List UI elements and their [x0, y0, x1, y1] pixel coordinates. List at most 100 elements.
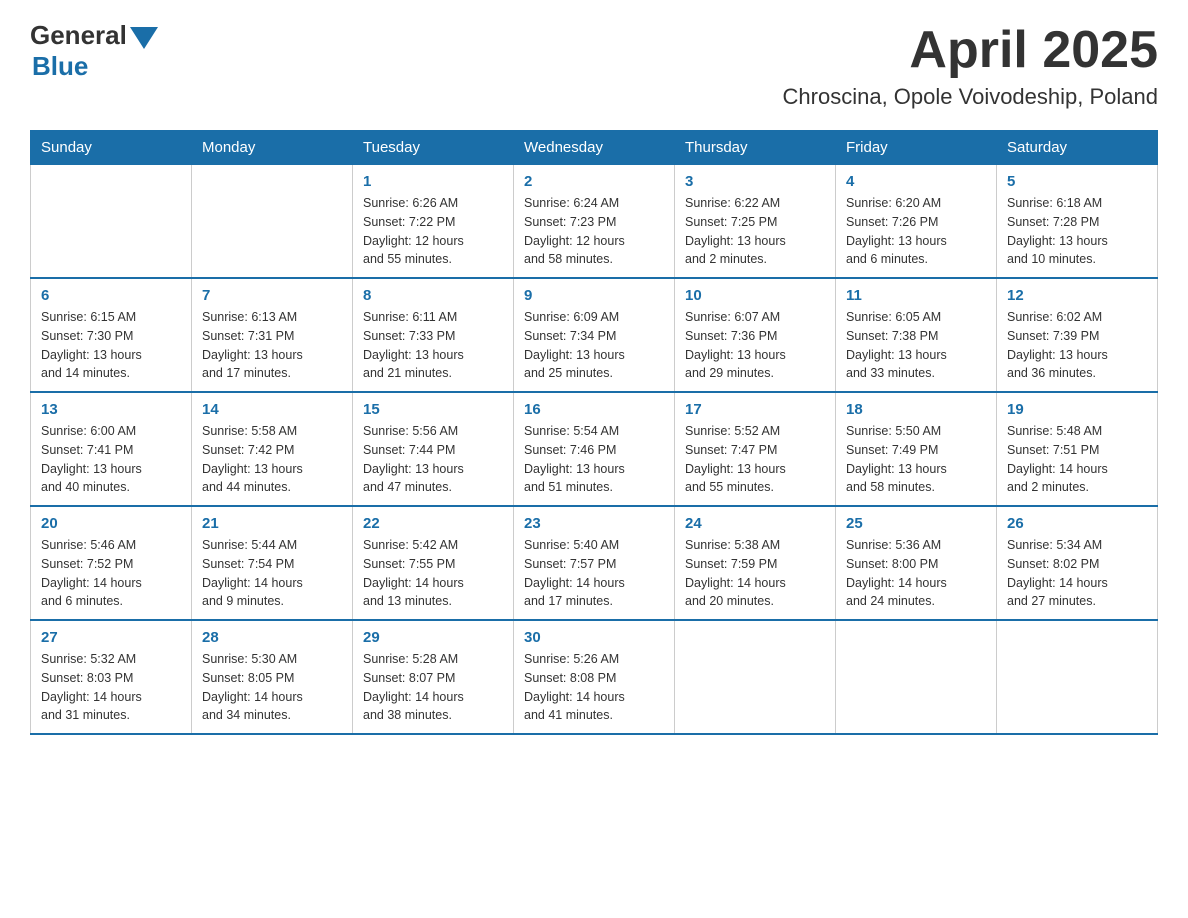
calendar-day-cell: 28Sunrise: 5:30 AMSunset: 8:05 PMDayligh…: [192, 620, 353, 734]
page-header: General Blue April 2025 Chroscina, Opole…: [30, 20, 1158, 110]
calendar-day-cell: 24Sunrise: 5:38 AMSunset: 7:59 PMDayligh…: [675, 506, 836, 620]
day-number: 9: [524, 287, 664, 304]
day-number: 19: [1007, 401, 1147, 418]
day-number: 8: [363, 287, 503, 304]
day-info: Sunrise: 6:05 AMSunset: 7:38 PMDaylight:…: [846, 308, 986, 383]
calendar-day-cell: 27Sunrise: 5:32 AMSunset: 8:03 PMDayligh…: [31, 620, 192, 734]
calendar-day-cell: 18 Sunrise: 5:50 AMSunset: 7:49 PMDayligh…: [836, 392, 997, 506]
calendar-day-cell: [997, 620, 1158, 734]
day-info: Sunrise: 5:56 AMSunset: 7:44 PMDaylight:…: [363, 422, 503, 497]
day-info: Sunrise: 6:09 AMSunset: 7:34 PMDaylight:…: [524, 308, 664, 383]
day-info: Sunrise: 5:54 AMSunset: 7:46 PMDaylight:…: [524, 422, 664, 497]
day-info: Sunrise: 5:36 AMSunset: 8:00 PMDaylight:…: [846, 536, 986, 611]
calendar-week-row: 6 Sunrise: 6:15 AMSunset: 7:30 PMDaylight…: [31, 278, 1158, 392]
logo-general-text: General: [30, 20, 127, 51]
calendar-day-cell: 9 Sunrise: 6:09 AMSunset: 7:34 PMDaylight…: [514, 278, 675, 392]
day-number: 16: [524, 401, 664, 418]
calendar-day-cell: 11 Sunrise: 6:05 AMSunset: 7:38 PMDayligh…: [836, 278, 997, 392]
location-title: Chroscina, Opole Voivodeship, Poland: [783, 84, 1158, 110]
day-number: 4: [846, 173, 986, 190]
calendar-day-cell: 14 Sunrise: 5:58 AMSunset: 7:42 PMDayligh…: [192, 392, 353, 506]
day-info: Sunrise: 5:58 AMSunset: 7:42 PMDaylight:…: [202, 422, 342, 497]
day-number: 6: [41, 287, 181, 304]
day-info: Sunrise: 6:20 AMSunset: 7:26 PMDaylight:…: [846, 194, 986, 269]
day-number: 15: [363, 401, 503, 418]
weekday-header: Thursday: [675, 131, 836, 165]
day-number: 17: [685, 401, 825, 418]
calendar-day-cell: 10Sunrise: 6:07 AMSunset: 7:36 PMDayligh…: [675, 278, 836, 392]
weekday-header: Wednesday: [514, 131, 675, 165]
calendar-day-cell: 25 Sunrise: 5:36 AMSunset: 8:00 PMDayligh…: [836, 506, 997, 620]
day-info: Sunrise: 5:42 AMSunset: 7:55 PMDaylight:…: [363, 536, 503, 611]
calendar-day-cell: 13 Sunrise: 6:00 AMSunset: 7:41 PMDayligh…: [31, 392, 192, 506]
calendar-day-cell: 20Sunrise: 5:46 AMSunset: 7:52 PMDayligh…: [31, 506, 192, 620]
day-info: Sunrise: 6:13 AMSunset: 7:31 PMDaylight:…: [202, 308, 342, 383]
day-info: Sunrise: 6:00 AMSunset: 7:41 PMDaylight:…: [41, 422, 181, 497]
calendar-week-row: 1 Sunrise: 6:26 AMSunset: 7:22 PMDaylight…: [31, 165, 1158, 279]
day-info: Sunrise: 5:52 AMSunset: 7:47 PMDaylight:…: [685, 422, 825, 497]
month-title: April 2025: [783, 20, 1158, 80]
day-info: Sunrise: 5:48 AMSunset: 7:51 PMDaylight:…: [1007, 422, 1147, 497]
day-info: Sunrise: 5:34 AMSunset: 8:02 PMDaylight:…: [1007, 536, 1147, 611]
day-number: 25: [846, 515, 986, 532]
calendar-table: SundayMondayTuesdayWednesdayThursdayFrid…: [30, 130, 1158, 735]
day-info: Sunrise: 5:28 AMSunset: 8:07 PMDaylight:…: [363, 650, 503, 725]
day-info: Sunrise: 5:50 AMSunset: 7:49 PMDaylight:…: [846, 422, 986, 497]
logo: General Blue: [30, 20, 158, 82]
day-info: Sunrise: 6:26 AMSunset: 7:22 PMDaylight:…: [363, 194, 503, 269]
calendar-day-cell: 3 Sunrise: 6:22 AMSunset: 7:25 PMDaylight…: [675, 165, 836, 279]
day-info: Sunrise: 5:32 AMSunset: 8:03 PMDaylight:…: [41, 650, 181, 725]
calendar-day-cell: 23 Sunrise: 5:40 AMSunset: 7:57 PMDayligh…: [514, 506, 675, 620]
day-number: 20: [41, 515, 181, 532]
day-number: 2: [524, 173, 664, 190]
day-info: Sunrise: 6:11 AMSunset: 7:33 PMDaylight:…: [363, 308, 503, 383]
day-info: Sunrise: 6:07 AMSunset: 7:36 PMDaylight:…: [685, 308, 825, 383]
day-number: 29: [363, 629, 503, 646]
calendar-day-cell: 29 Sunrise: 5:28 AMSunset: 8:07 PMDayligh…: [353, 620, 514, 734]
calendar-day-cell: 12 Sunrise: 6:02 AMSunset: 7:39 PMDayligh…: [997, 278, 1158, 392]
weekday-header: Sunday: [31, 131, 192, 165]
day-info: Sunrise: 5:44 AMSunset: 7:54 PMDaylight:…: [202, 536, 342, 611]
logo-blue-text: Blue: [32, 51, 88, 82]
day-number: 22: [363, 515, 503, 532]
day-number: 12: [1007, 287, 1147, 304]
day-info: Sunrise: 6:18 AMSunset: 7:28 PMDaylight:…: [1007, 194, 1147, 269]
calendar-day-cell: 1 Sunrise: 6:26 AMSunset: 7:22 PMDaylight…: [353, 165, 514, 279]
calendar-day-cell: 16 Sunrise: 5:54 AMSunset: 7:46 PMDayligh…: [514, 392, 675, 506]
day-number: 11: [846, 287, 986, 304]
day-info: Sunrise: 6:02 AMSunset: 7:39 PMDaylight:…: [1007, 308, 1147, 383]
calendar-week-row: 13 Sunrise: 6:00 AMSunset: 7:41 PMDayligh…: [31, 392, 1158, 506]
day-info: Sunrise: 5:40 AMSunset: 7:57 PMDaylight:…: [524, 536, 664, 611]
calendar-day-cell: 8 Sunrise: 6:11 AMSunset: 7:33 PMDaylight…: [353, 278, 514, 392]
calendar-day-cell: 2Sunrise: 6:24 AMSunset: 7:23 PMDaylight…: [514, 165, 675, 279]
day-info: Sunrise: 6:15 AMSunset: 7:30 PMDaylight:…: [41, 308, 181, 383]
day-number: 3: [685, 173, 825, 190]
day-number: 26: [1007, 515, 1147, 532]
calendar-day-cell: [675, 620, 836, 734]
day-number: 18: [846, 401, 986, 418]
day-number: 21: [202, 515, 342, 532]
weekday-header: Tuesday: [353, 131, 514, 165]
calendar-day-cell: 19 Sunrise: 5:48 AMSunset: 7:51 PMDayligh…: [997, 392, 1158, 506]
calendar-day-cell: 17 Sunrise: 5:52 AMSunset: 7:47 PMDayligh…: [675, 392, 836, 506]
calendar-day-cell: [836, 620, 997, 734]
day-info: Sunrise: 6:22 AMSunset: 7:25 PMDaylight:…: [685, 194, 825, 269]
calendar-day-cell: 22 Sunrise: 5:42 AMSunset: 7:55 PMDayligh…: [353, 506, 514, 620]
day-number: 1: [363, 173, 503, 190]
calendar-day-cell: [192, 165, 353, 279]
calendar-day-cell: 30Sunrise: 5:26 AMSunset: 8:08 PMDayligh…: [514, 620, 675, 734]
calendar-day-cell: 4 Sunrise: 6:20 AMSunset: 7:26 PMDaylight…: [836, 165, 997, 279]
calendar-day-cell: 7 Sunrise: 6:13 AMSunset: 7:31 PMDaylight…: [192, 278, 353, 392]
day-number: 14: [202, 401, 342, 418]
calendar-day-cell: 6 Sunrise: 6:15 AMSunset: 7:30 PMDaylight…: [31, 278, 192, 392]
day-number: 24: [685, 515, 825, 532]
weekday-header: Monday: [192, 131, 353, 165]
day-number: 7: [202, 287, 342, 304]
calendar-week-row: 20Sunrise: 5:46 AMSunset: 7:52 PMDayligh…: [31, 506, 1158, 620]
day-number: 23: [524, 515, 664, 532]
calendar-day-cell: 21 Sunrise: 5:44 AMSunset: 7:54 PMDayligh…: [192, 506, 353, 620]
day-number: 30: [524, 629, 664, 646]
day-number: 13: [41, 401, 181, 418]
calendar-day-cell: 15 Sunrise: 5:56 AMSunset: 7:44 PMDayligh…: [353, 392, 514, 506]
calendar-week-row: 27Sunrise: 5:32 AMSunset: 8:03 PMDayligh…: [31, 620, 1158, 734]
